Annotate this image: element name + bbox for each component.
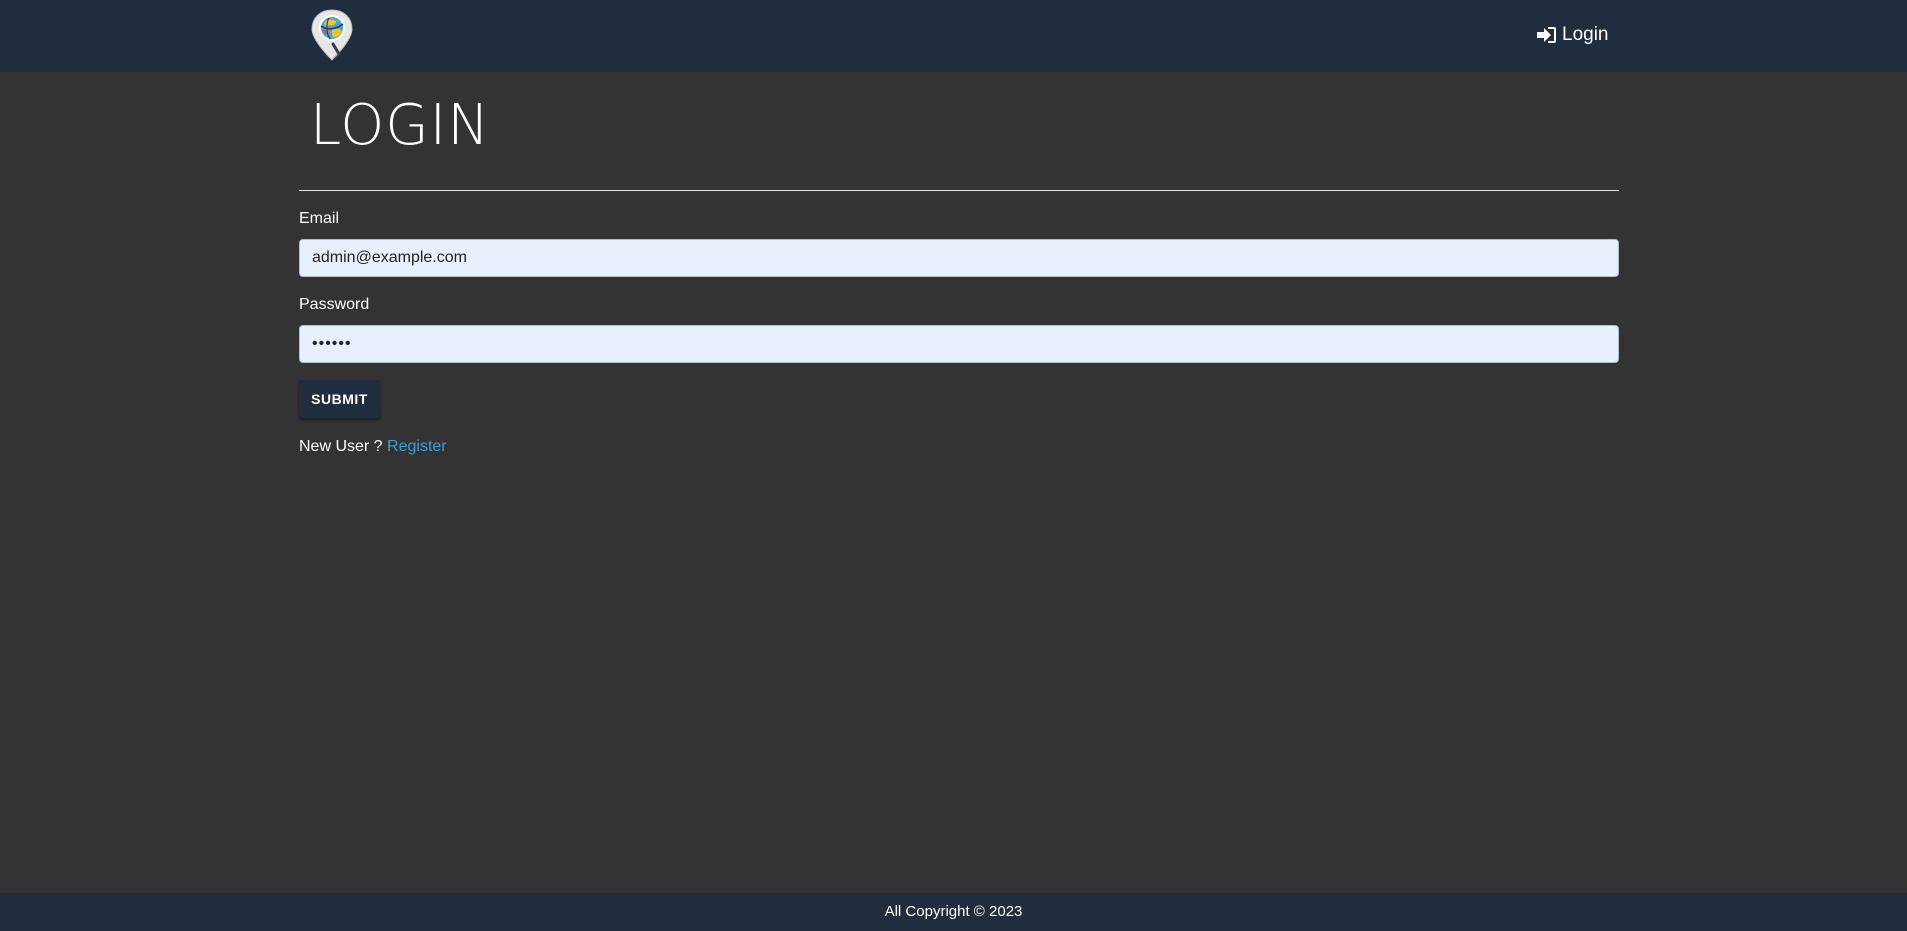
email-label: Email [299, 210, 340, 227]
nav-login-link[interactable]: Login [1537, 22, 1609, 48]
password-field[interactable] [299, 325, 1619, 363]
footer: All Copyright © 2023 [0, 893, 1907, 931]
copyright-text: All Copyright © 2023 [884, 903, 1023, 920]
map-pin-globe-icon [311, 9, 353, 61]
title-divider [299, 190, 1619, 191]
register-link[interactable]: Register [387, 438, 447, 455]
nav-login-label: Login [1562, 24, 1609, 45]
new-user-text: New User ? [299, 438, 383, 455]
password-label: Password [299, 296, 370, 313]
email-field[interactable] [299, 239, 1619, 277]
sign-in-icon [1537, 27, 1556, 43]
register-prompt: New User ? Register [299, 438, 447, 456]
submit-button[interactable]: SUBMIT [299, 380, 380, 418]
brand-logo[interactable] [309, 8, 355, 62]
page-title: LOGIN [310, 93, 491, 158]
navbar: Login [0, 0, 1907, 72]
